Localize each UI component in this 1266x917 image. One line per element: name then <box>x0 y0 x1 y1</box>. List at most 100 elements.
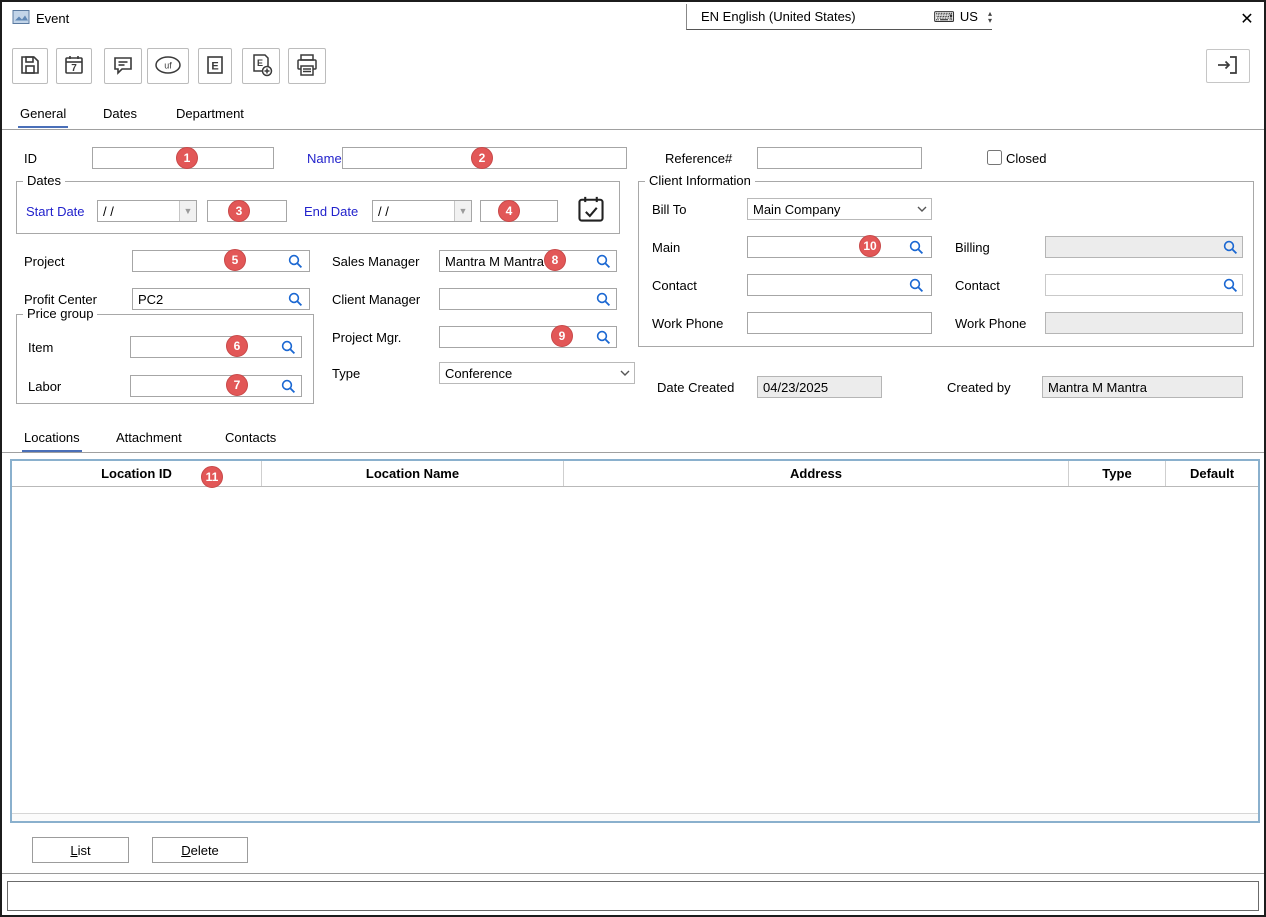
callout-3: 3 <box>228 200 250 222</box>
keyboard-icon: ⌨ <box>933 8 955 26</box>
callout-6: 6 <box>226 335 248 357</box>
grid-header-row: Location ID Location Name Address Type D… <box>12 461 1258 487</box>
spin-down-icon[interactable]: ▾ <box>988 17 992 24</box>
comment-button[interactable] <box>104 48 142 84</box>
tab-attachment[interactable]: Attachment <box>114 426 184 452</box>
exit-button[interactable] <box>1206 49 1250 83</box>
client-manager-label: Client Manager <box>332 292 420 308</box>
grid-body-empty <box>12 487 1258 809</box>
callout-2: 2 <box>471 147 493 169</box>
end-date-label: End Date <box>304 204 358 220</box>
project-mgr-label: Project Mgr. <box>332 330 401 346</box>
calendar-icon: 7 <box>62 53 86 80</box>
bill-to-select[interactable]: Main Company <box>747 198 932 220</box>
comment-icon <box>111 53 135 80</box>
chevron-down-icon[interactable] <box>913 206 931 212</box>
callout-1: 1 <box>176 147 198 169</box>
tab-department[interactable]: Department <box>174 102 246 128</box>
tab-general[interactable]: General <box>18 102 68 128</box>
tabs-divider <box>2 129 1264 130</box>
price-group-legend: Price group <box>23 306 97 321</box>
save-button[interactable] <box>12 48 48 84</box>
billing-input[interactable] <box>1045 236 1243 258</box>
reference-input[interactable] <box>757 147 922 169</box>
column-header-location-id[interactable]: Location ID <box>12 461 262 486</box>
contact-left-label: Contact <box>652 278 697 294</box>
tab-locations[interactable]: Locations <box>22 426 82 452</box>
type-select[interactable]: Conference <box>439 362 635 384</box>
preview-button[interactable]: uf <box>147 48 189 84</box>
work-phone-left-label: Work Phone <box>652 316 723 332</box>
delete-button[interactable]: Delete <box>152 837 248 863</box>
search-icon[interactable] <box>281 379 297 395</box>
list-button[interactable]: List <box>32 837 129 863</box>
search-icon[interactable] <box>1223 278 1239 294</box>
search-icon[interactable] <box>1223 240 1239 256</box>
svg-text:E: E <box>257 58 263 68</box>
column-header-address[interactable]: Address <box>564 461 1069 486</box>
tab-contacts[interactable]: Contacts <box>223 426 278 452</box>
closed-checkbox[interactable] <box>987 150 1002 165</box>
language-spinner[interactable]: ▴ ▾ <box>988 10 992 24</box>
close-button[interactable]: ✕ <box>1236 8 1258 30</box>
column-header-location-name[interactable]: Location Name <box>262 461 564 486</box>
column-header-default[interactable]: Default <box>1166 461 1258 486</box>
type-label: Type <box>332 366 360 382</box>
reference-label: Reference# <box>665 151 732 167</box>
printer-icon <box>294 52 320 81</box>
name-label: Name <box>307 151 342 167</box>
start-date-combo[interactable]: / / ▼ <box>97 200 197 222</box>
end-date-combo[interactable]: / / ▼ <box>372 200 472 222</box>
start-date-value: / / <box>98 204 179 219</box>
created-by-input <box>1042 376 1243 398</box>
search-icon[interactable] <box>596 254 612 270</box>
print-button[interactable] <box>288 48 326 84</box>
search-icon[interactable] <box>596 330 612 346</box>
contact-left-input[interactable] <box>747 274 932 296</box>
callout-5: 5 <box>224 249 246 271</box>
dropdown-arrow-icon[interactable]: ▼ <box>454 201 471 221</box>
client-info-legend: Client Information <box>645 173 755 188</box>
client-manager-input[interactable] <box>439 288 617 310</box>
sales-manager-label: Sales Manager <box>332 254 419 270</box>
language-label[interactable]: EN English (United States) <box>701 9 856 24</box>
work-phone-left-input[interactable] <box>747 312 932 334</box>
language-bar[interactable]: EN English (United States) ⌨ US ▴ ▾ <box>686 4 992 30</box>
event-window: Event EN English (United States) ⌨ US ▴ … <box>0 0 1266 917</box>
search-icon[interactable] <box>909 278 925 294</box>
new-event-button[interactable]: E <box>242 48 280 84</box>
tab-dates[interactable]: Dates <box>101 102 139 128</box>
end-date-value: / / <box>373 204 454 219</box>
locations-grid: Location ID Location Name Address Type D… <box>10 459 1260 823</box>
sales-manager-input[interactable] <box>439 250 617 272</box>
grid-scrollbar[interactable] <box>12 813 1258 821</box>
labor-label: Labor <box>28 379 61 395</box>
search-icon[interactable] <box>909 240 925 256</box>
add-event-icon: E <box>248 52 274 81</box>
calendar-button[interactable]: 7 <box>56 48 92 84</box>
event-e-button[interactable]: E <box>198 48 232 84</box>
search-icon[interactable] <box>288 254 304 270</box>
profit-center-input[interactable] <box>132 288 310 310</box>
dropdown-arrow-icon[interactable]: ▼ <box>179 201 196 221</box>
work-phone-right-label: Work Phone <box>955 316 1026 332</box>
search-icon[interactable] <box>281 340 297 356</box>
contact-right-input[interactable] <box>1045 274 1243 296</box>
work-phone-right-input[interactable] <box>1045 312 1243 334</box>
save-icon <box>18 53 42 80</box>
item-input[interactable] <box>130 336 302 358</box>
labor-input[interactable] <box>130 375 302 397</box>
project-mgr-input[interactable] <box>439 326 617 348</box>
search-icon[interactable] <box>596 292 612 308</box>
column-header-type[interactable]: Type <box>1069 461 1166 486</box>
contact-right-label: Contact <box>955 278 1000 294</box>
item-label: Item <box>28 340 53 356</box>
calendar-check-button[interactable] <box>576 194 606 227</box>
chevron-down-icon[interactable] <box>616 370 634 376</box>
keyboard-layout-label[interactable]: US <box>960 9 978 24</box>
status-divider <box>2 873 1264 874</box>
project-input[interactable] <box>132 250 310 272</box>
type-value: Conference <box>440 366 616 381</box>
main-input[interactable] <box>747 236 932 258</box>
search-icon[interactable] <box>288 292 304 308</box>
